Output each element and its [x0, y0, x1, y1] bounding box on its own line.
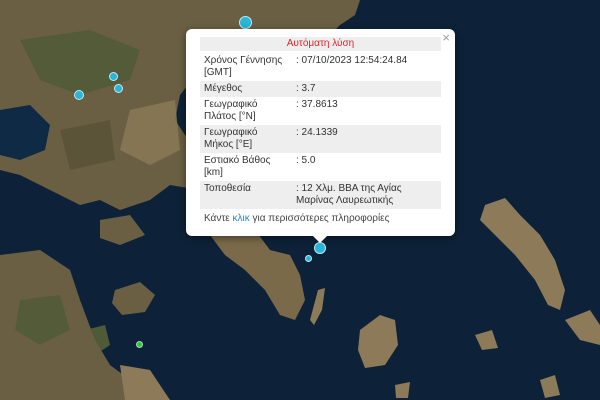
detail-label: Εστιακό Βάθος [km]	[204, 155, 271, 178]
detail-label: Γεωγραφικό Μήκος [°E]	[200, 125, 292, 153]
selected-quake-marker[interactable]	[314, 242, 326, 254]
popup-pointer	[313, 236, 327, 243]
detail-row-longitude: Γεωγραφικό Μήκος [°E] : 24.1339	[200, 125, 441, 153]
detail-row-location: Τοποθεσία : 12 Χλμ. ΒΒΑ της Αγίας Μαρίνα…	[200, 181, 441, 209]
more-info-suffix: για περισσότερες πληροφορίες	[249, 213, 390, 224]
quake-marker-offshore[interactable]	[305, 255, 312, 262]
detail-value: : 37.8613	[296, 99, 338, 110]
close-icon[interactable]: ×	[442, 31, 450, 45]
detail-row-origin-time: Χρόνος Γέννησης [GMT] : 07/10/2023 12:54…	[200, 53, 441, 81]
detail-label: Γεωγραφικό Πλάτος [°N]	[204, 99, 258, 122]
detail-value: : 07/10/2023 12:54:24.84	[296, 55, 408, 66]
earthquake-info-popup: × Αυτόματη λύση Χρόνος Γέννησης [GMT] : …	[186, 29, 455, 236]
detail-label: Τοποθεσία	[200, 181, 292, 209]
detail-row-magnitude: Μέγεθος : 3.7	[200, 81, 441, 97]
quake-marker-west-2[interactable]	[114, 84, 123, 93]
quake-marker-west-3[interactable]	[74, 90, 84, 100]
more-info-link[interactable]: κλικ	[233, 213, 250, 224]
detail-label: Μέγεθος	[200, 81, 292, 97]
detail-value: : 3.7	[292, 81, 441, 97]
popup-title: Αυτόματη λύση	[200, 37, 441, 51]
quake-marker-green[interactable]	[136, 341, 143, 348]
quake-marker-north[interactable]	[239, 16, 252, 29]
more-info-text: Κάντε κλικ για περισσότερες πληροφορίες	[200, 213, 441, 224]
detail-label: Χρόνος Γέννησης [GMT]	[204, 55, 283, 78]
more-info-prefix: Κάντε	[204, 213, 233, 224]
detail-value: : 12 Χλμ. ΒΒΑ της Αγίας Μαρίνας Λαυρεωτι…	[292, 181, 441, 209]
detail-value: : 24.1339	[292, 125, 441, 153]
detail-row-depth: Εστιακό Βάθος [km] : 5.0	[200, 153, 441, 181]
detail-row-latitude: Γεωγραφικό Πλάτος [°N] : 37.8613	[200, 97, 441, 125]
detail-value: : 5.0	[296, 155, 316, 166]
quake-marker-west-1[interactable]	[109, 72, 118, 81]
quake-details-table: Χρόνος Γέννησης [GMT] : 07/10/2023 12:54…	[200, 53, 441, 209]
